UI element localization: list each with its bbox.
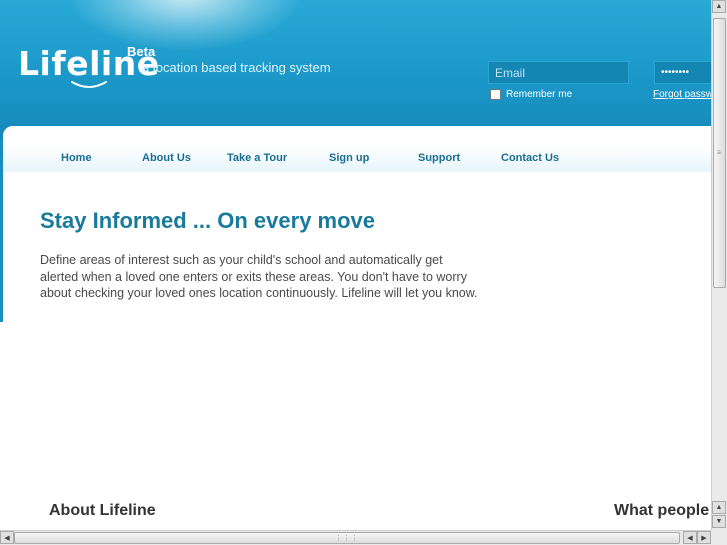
header-glow [70, 0, 300, 50]
nav-sign-up[interactable]: Sign up [329, 152, 369, 164]
nav-take-a-tour[interactable]: Take a Tour [227, 152, 287, 164]
remember-me-label: Remember me [506, 89, 573, 100]
scroll-left-button[interactable]: ◀ [0, 531, 14, 544]
logo-swoosh-icon [71, 81, 107, 88]
grip-icon: ≡ [716, 149, 723, 157]
content-panel: Home About Us Take a Tour Sign up Suppor… [3, 126, 711, 530]
scroll-left-button-end[interactable]: ◀ [683, 531, 697, 544]
nav-about-us[interactable]: About Us [142, 152, 191, 164]
scrollbar-corner [711, 530, 727, 545]
horizontal-scrollbar[interactable]: ◀ ⋮⋮⋮ ◀ ▶ [0, 530, 711, 545]
page-headline: Stay Informed ... On every move [40, 208, 376, 233]
forgot-password-link[interactable]: Forgot password [653, 89, 711, 100]
beta-badge: Beta [127, 44, 156, 59]
password-input[interactable] [654, 61, 711, 84]
nav-contact-us[interactable]: Contact Us [501, 152, 559, 164]
scroll-up-button-bottom[interactable]: ▲ [712, 501, 726, 514]
scroll-down-button[interactable]: ▼ [712, 515, 726, 528]
scroll-right-button[interactable]: ▶ [697, 531, 711, 544]
email-input[interactable] [488, 61, 629, 84]
scroll-up-button[interactable]: ▲ [712, 0, 726, 13]
browser-viewport: Lifeline Beta a location based tracking … [0, 0, 711, 530]
vertical-scrollbar[interactable]: ▲ ≡ ▲ ▼ [711, 0, 727, 530]
remember-me-checkbox[interactable] [490, 89, 501, 100]
intro-paragraph: Define areas of interest such as your ch… [40, 253, 478, 300]
nav-home[interactable]: Home [61, 152, 92, 164]
main-nav: Home About Us Take a Tour Sign up Suppor… [3, 126, 711, 172]
site-tagline: a location based tracking system [142, 60, 331, 75]
remember-me[interactable]: Remember me [490, 89, 572, 100]
site-header: Lifeline Beta a location based tracking … [0, 0, 711, 140]
about-lifeline-heading: About Lifeline [49, 502, 156, 519]
grip-icon: ⋮⋮⋮ [335, 535, 359, 542]
vertical-scroll-thumb[interactable]: ≡ [713, 18, 726, 288]
nav-support[interactable]: Support [418, 152, 460, 164]
what-people-heading: What people [614, 502, 710, 519]
horizontal-scroll-thumb[interactable]: ⋮⋮⋮ [14, 532, 680, 544]
